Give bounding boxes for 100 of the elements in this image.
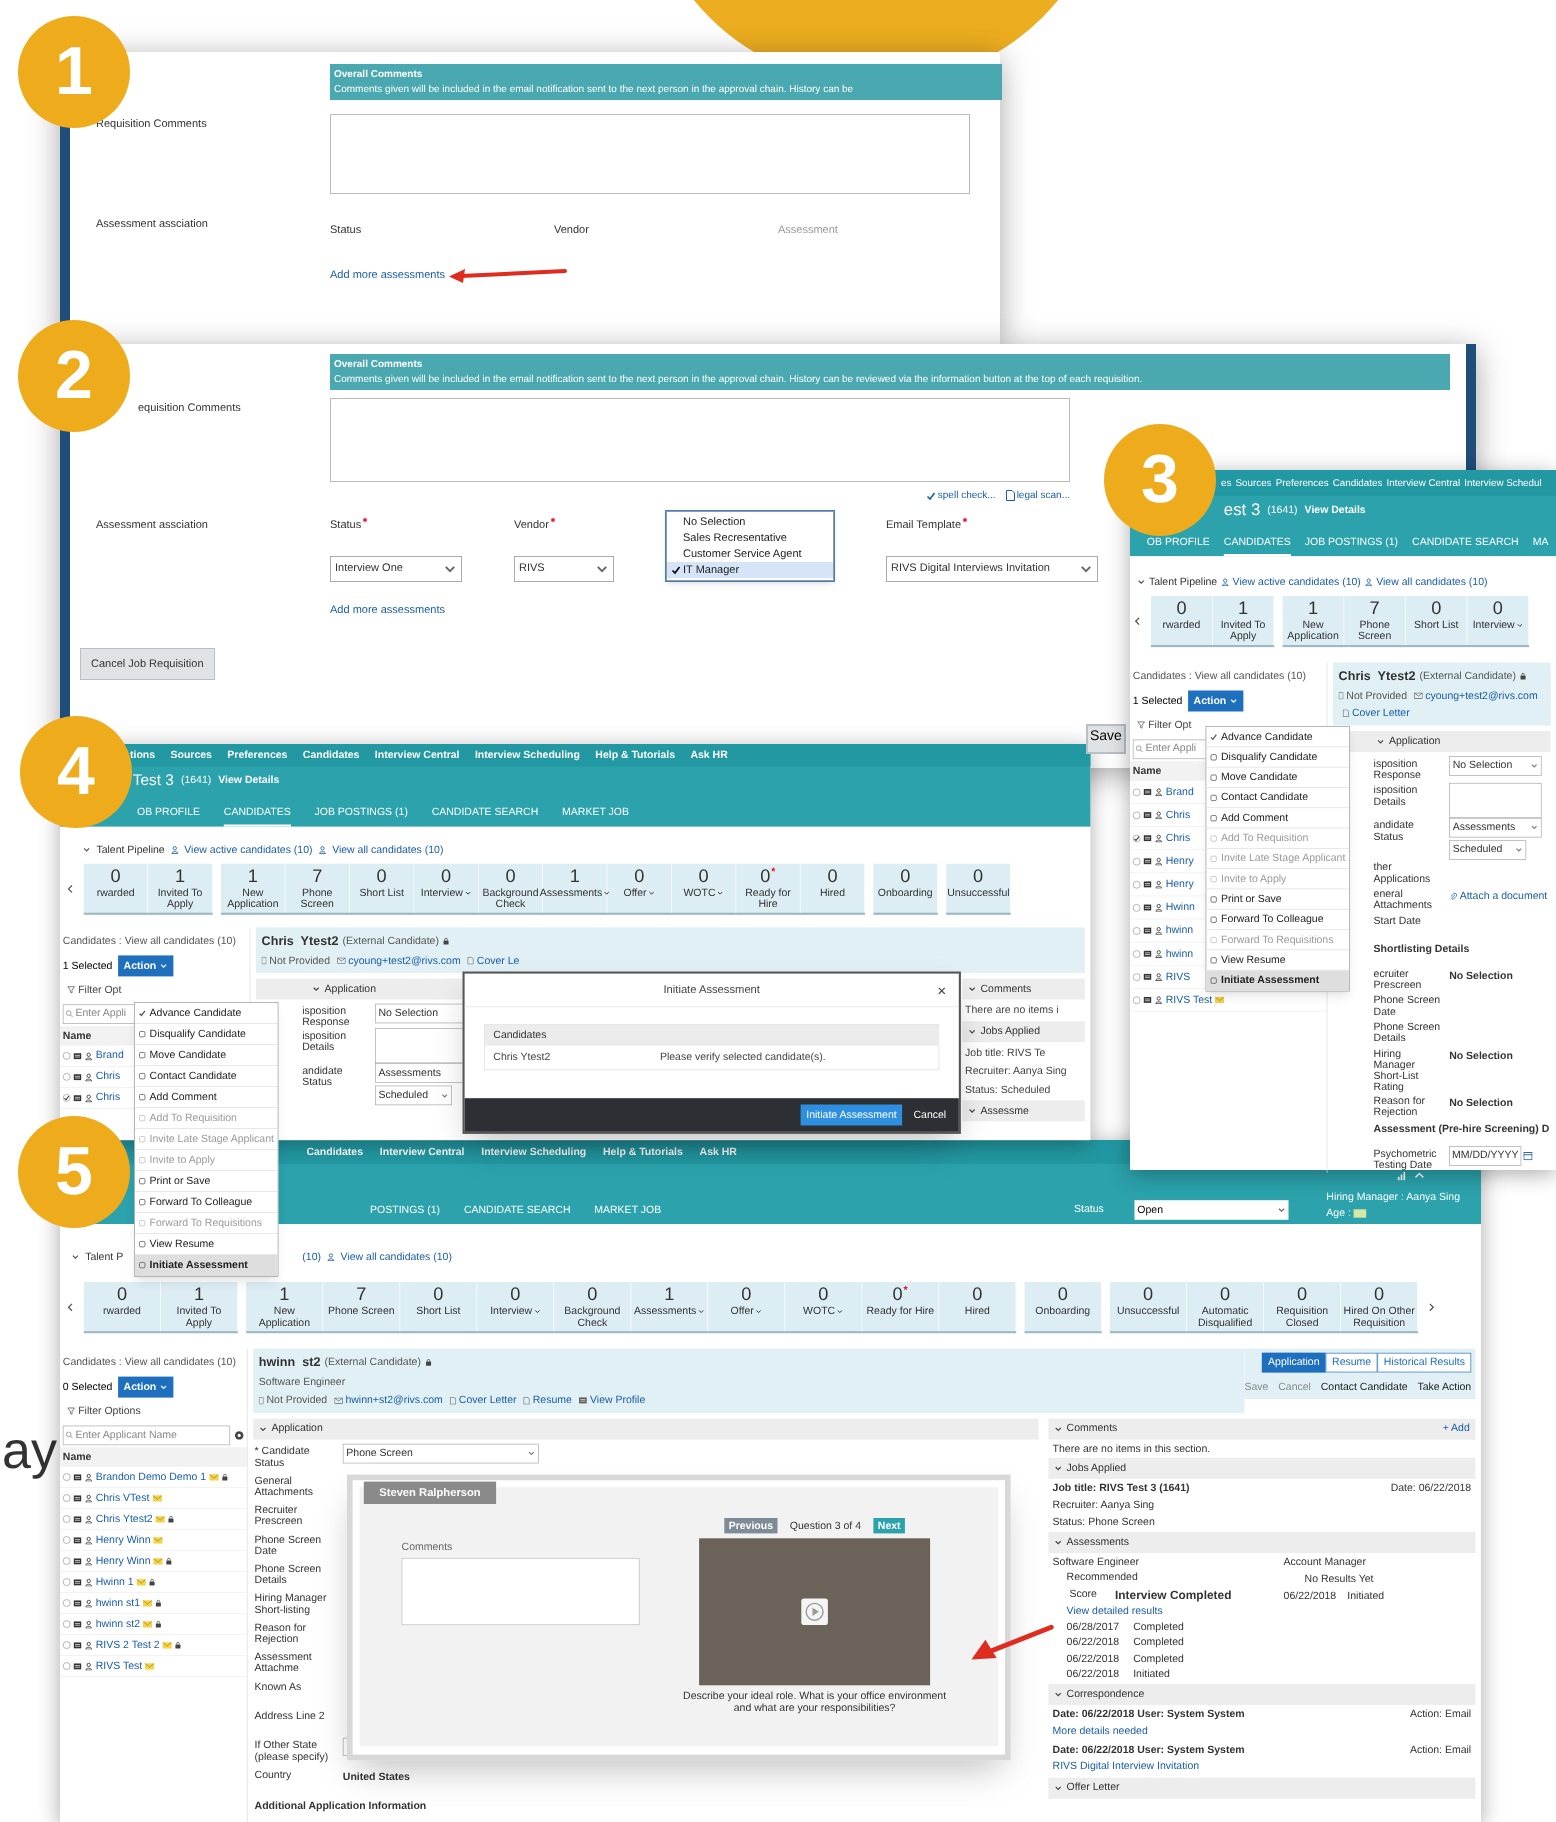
card-icon bbox=[73, 1599, 82, 1607]
envelope-tag-icon bbox=[152, 1494, 162, 1502]
stage-count: 1 bbox=[247, 866, 258, 885]
star-icon bbox=[902, 1284, 909, 1291]
stage-count: 7 bbox=[312, 866, 323, 885]
stage-count: 0 bbox=[110, 866, 121, 885]
stage-count: 0 bbox=[1176, 598, 1187, 617]
card-icon bbox=[73, 1473, 82, 1481]
comments-textarea[interactable] bbox=[401, 1557, 640, 1625]
stage-count: 0 bbox=[1220, 1284, 1231, 1303]
stage-count: 7 bbox=[1369, 598, 1380, 617]
card-icon bbox=[1143, 788, 1152, 796]
card-icon bbox=[73, 1557, 82, 1565]
card-icon bbox=[73, 1578, 82, 1586]
caret-icon bbox=[595, 561, 609, 576]
partial-heading-text: ay bbox=[2, 1420, 57, 1480]
stage-count: 1 bbox=[1238, 598, 1249, 617]
card-icon bbox=[1143, 834, 1152, 842]
stage-count: 0 bbox=[510, 1284, 521, 1303]
comments-textarea[interactable] bbox=[330, 114, 970, 194]
check-icon bbox=[925, 490, 936, 501]
stage-count: 0 bbox=[587, 1284, 598, 1303]
requisition-title: est 3 bbox=[1223, 498, 1261, 523]
envelope-tag-icon bbox=[155, 1515, 166, 1523]
stage-count: 1 bbox=[569, 866, 580, 885]
check-icon bbox=[671, 565, 681, 575]
step-number-badge: 4 bbox=[20, 716, 132, 828]
envelope-tag-icon bbox=[153, 1557, 164, 1565]
stage-count: 0 bbox=[505, 866, 516, 885]
lock-icon bbox=[221, 1473, 228, 1481]
card-icon bbox=[73, 1620, 82, 1628]
step-number-badge: 2 bbox=[18, 320, 130, 432]
stage-count: 0 bbox=[973, 866, 984, 885]
stage-count: 1 bbox=[175, 866, 186, 885]
lock-icon bbox=[168, 1515, 175, 1523]
stage-count: 7 bbox=[356, 1284, 367, 1303]
card-icon bbox=[73, 1641, 82, 1649]
card-icon bbox=[1143, 973, 1152, 981]
card-icon bbox=[73, 1515, 82, 1523]
card-icon bbox=[1143, 880, 1152, 888]
card-icon bbox=[73, 1094, 82, 1102]
envelope-tag-icon bbox=[162, 1641, 173, 1649]
stage-count: 0 bbox=[1492, 598, 1503, 617]
stage-count: 0 bbox=[1143, 1284, 1154, 1303]
envelope-tag-icon bbox=[142, 1599, 153, 1607]
caret-icon bbox=[1079, 561, 1093, 576]
lock-icon bbox=[1520, 671, 1527, 680]
stage-count: 0 bbox=[634, 866, 645, 885]
card-icon bbox=[578, 1397, 588, 1405]
age-badge bbox=[1353, 1209, 1367, 1218]
stage-count: 1 bbox=[193, 1284, 204, 1303]
stage-count: 0 bbox=[1057, 1284, 1068, 1303]
stage-count: 0 bbox=[698, 866, 709, 885]
stage-count: 0 bbox=[1374, 1284, 1385, 1303]
comments-textarea[interactable] bbox=[330, 398, 1070, 482]
step-number-badge: 5 bbox=[18, 1116, 130, 1228]
stage-count: 0 bbox=[818, 1284, 829, 1303]
lock-icon bbox=[443, 936, 450, 945]
card-icon bbox=[1143, 857, 1152, 865]
lock-icon bbox=[149, 1578, 156, 1586]
pointer-arrow bbox=[970, 1623, 1054, 1665]
card-icon bbox=[73, 1536, 82, 1544]
stage-count: 0 bbox=[892, 1284, 903, 1303]
lock-icon bbox=[165, 1557, 173, 1565]
lock-icon bbox=[175, 1641, 182, 1649]
play-icon bbox=[800, 1597, 829, 1626]
card-icon bbox=[1143, 996, 1152, 1004]
lock-icon bbox=[155, 1620, 162, 1628]
pointer-arrow bbox=[446, 266, 567, 283]
stage-count: 1 bbox=[1308, 598, 1319, 617]
card-icon bbox=[1143, 927, 1152, 935]
stage-count: 0 bbox=[900, 866, 911, 885]
stage-count: 0 bbox=[741, 1284, 752, 1303]
stage-count: 0 bbox=[1431, 598, 1442, 617]
card-icon bbox=[73, 1494, 82, 1502]
card-icon bbox=[73, 1052, 82, 1060]
stage-count: 1 bbox=[664, 1284, 675, 1303]
card-icon bbox=[1143, 811, 1152, 819]
caret-icon bbox=[443, 561, 457, 576]
envelope-tag-icon bbox=[145, 1662, 155, 1670]
envelope-tag-icon bbox=[153, 1536, 164, 1544]
stage-count: 0 bbox=[376, 866, 387, 885]
star-icon bbox=[770, 866, 776, 872]
envelope-tag-icon bbox=[136, 1578, 147, 1586]
card-icon bbox=[1143, 904, 1152, 911]
lock-icon bbox=[425, 1358, 432, 1366]
settings-icon bbox=[234, 1430, 245, 1440]
card-icon bbox=[73, 1662, 82, 1670]
stage-count: 0 bbox=[827, 866, 838, 885]
stage-count: 0 bbox=[1297, 1284, 1308, 1303]
stage-count: 0 bbox=[972, 1284, 983, 1303]
envelope-tag-icon bbox=[142, 1620, 153, 1628]
stage-count: 0 bbox=[116, 1284, 127, 1303]
card-icon bbox=[1143, 950, 1152, 958]
lock-icon bbox=[155, 1599, 162, 1607]
stage-count: 0 bbox=[760, 866, 771, 885]
stage-count: 1 bbox=[279, 1284, 290, 1303]
stage-count: 0 bbox=[441, 866, 452, 885]
card-icon bbox=[73, 1073, 82, 1081]
envelope-tag-icon bbox=[208, 1473, 219, 1481]
